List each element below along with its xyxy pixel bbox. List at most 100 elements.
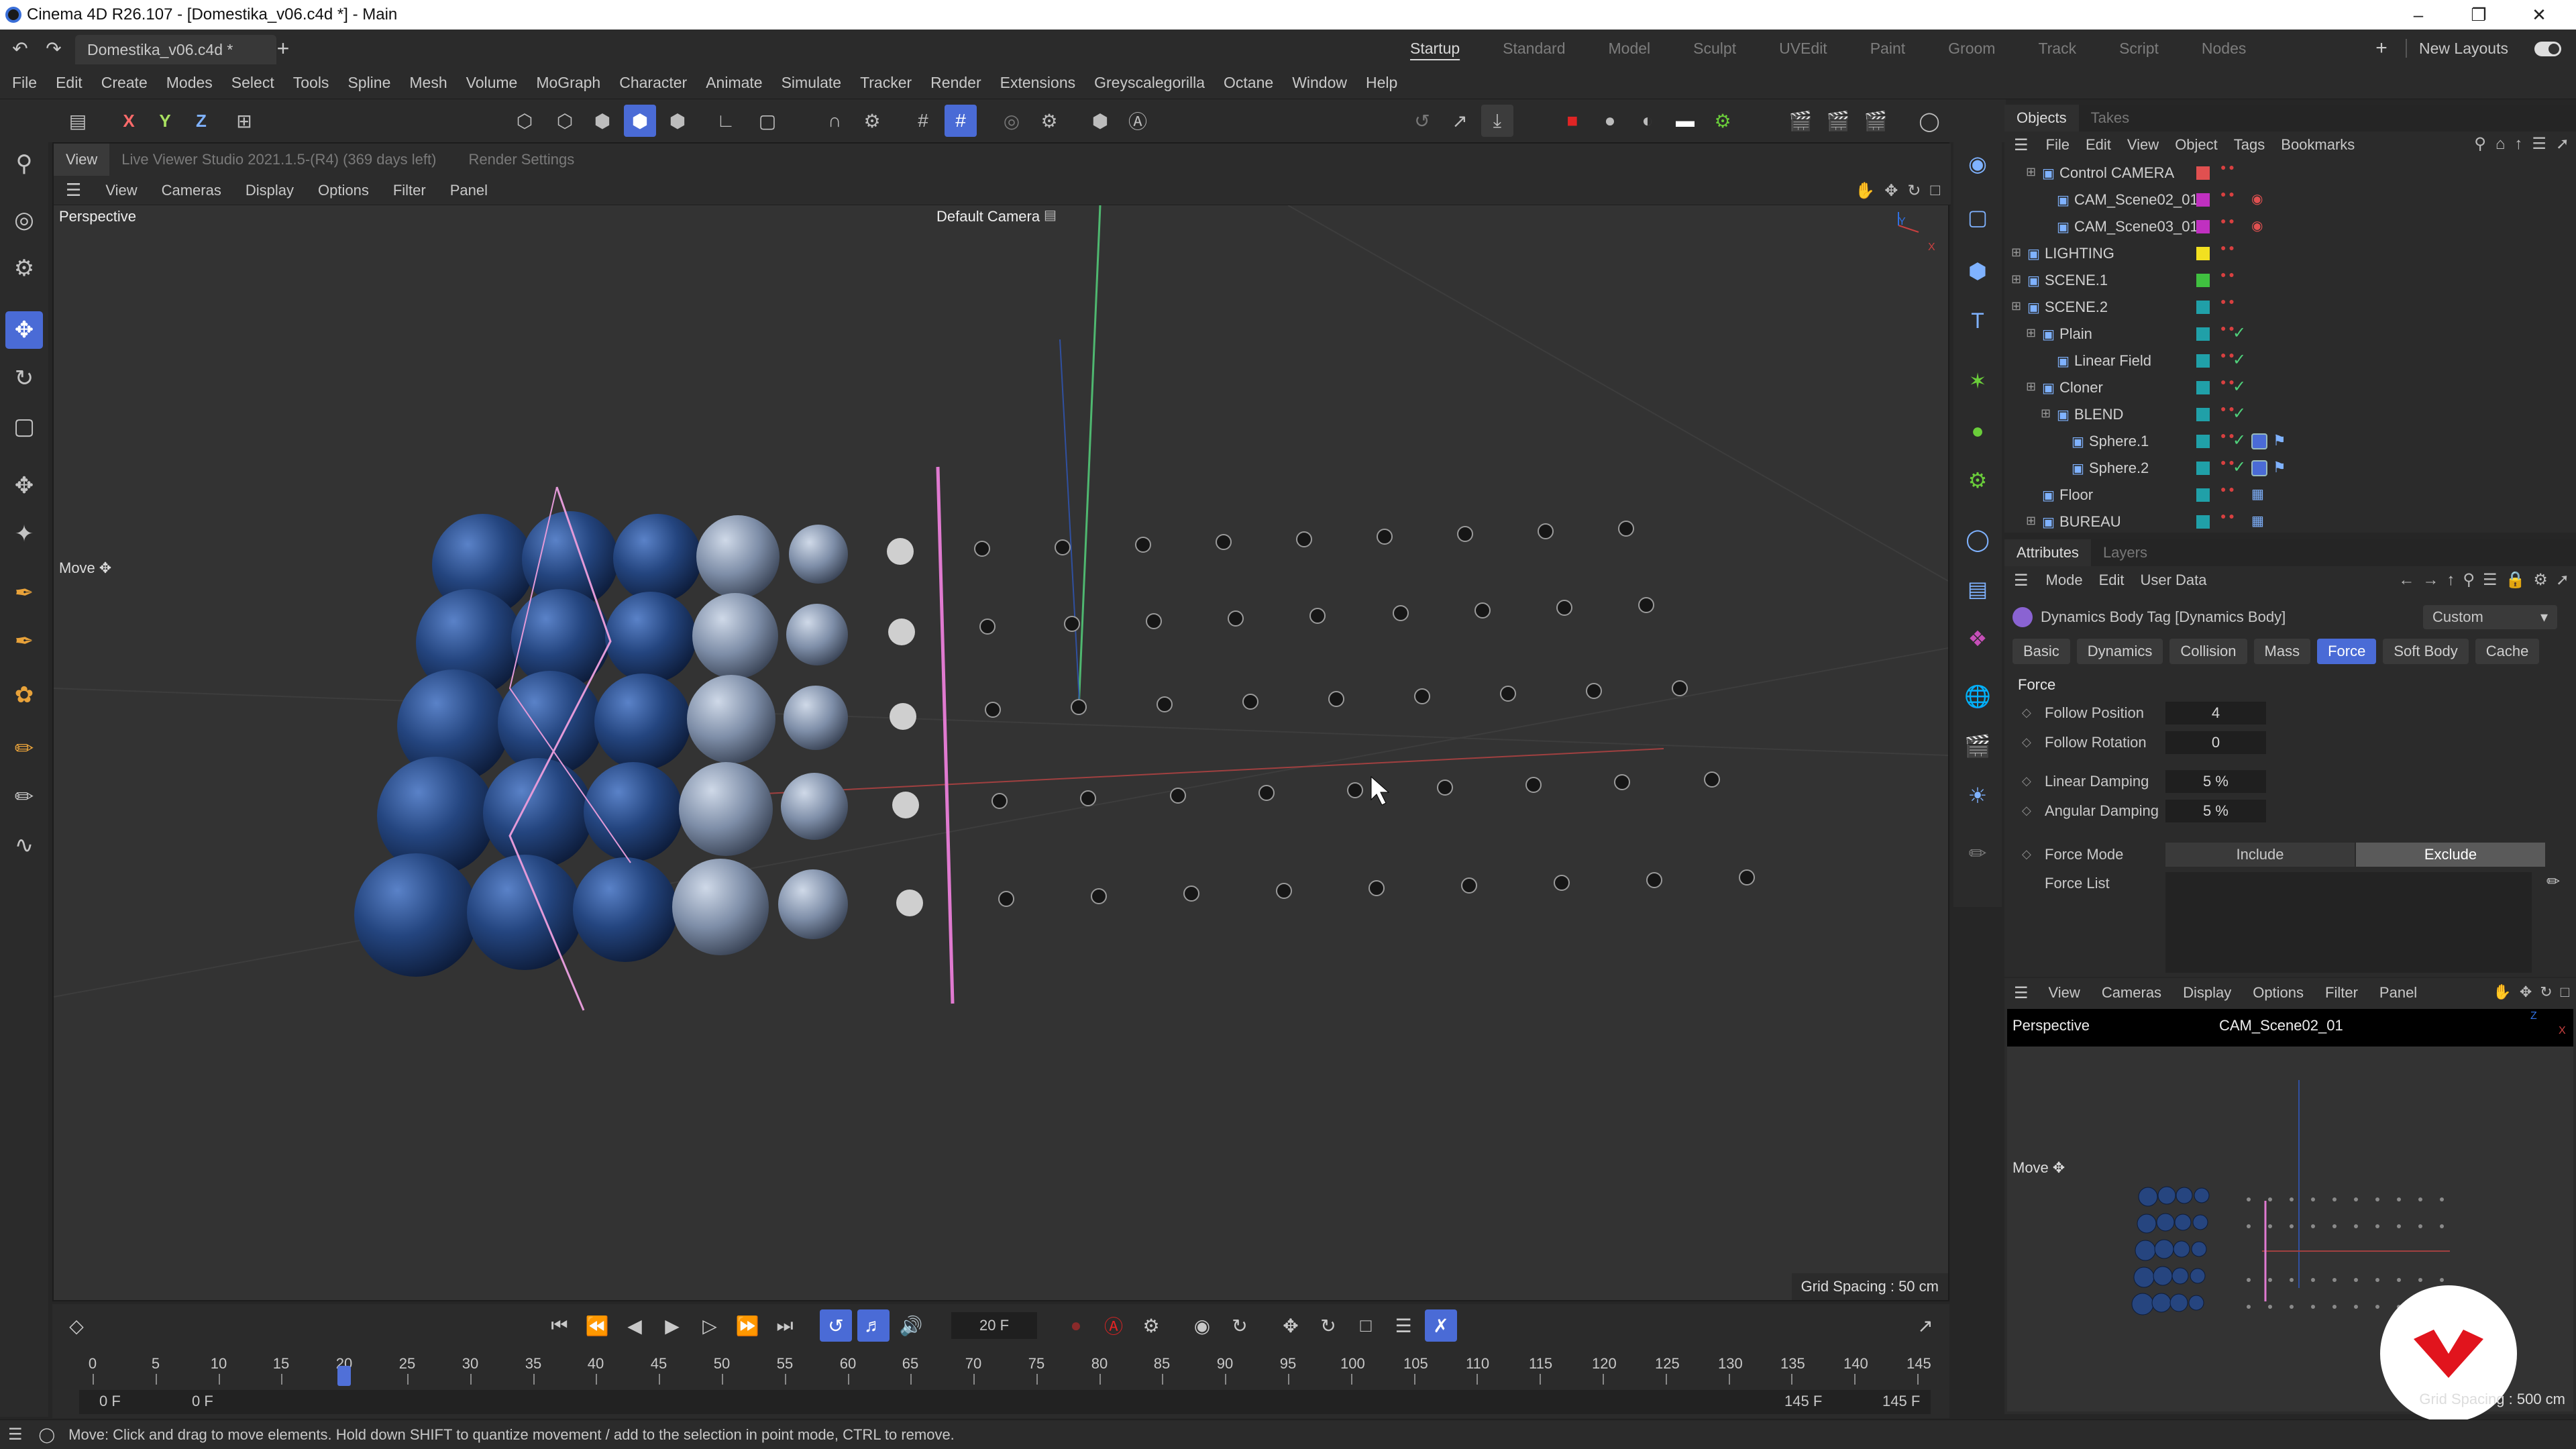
om-menu-file[interactable]: File <box>2038 131 2078 158</box>
layout-toggle[interactable] <box>2534 42 2561 56</box>
key-scale-icon[interactable]: ✥ <box>1275 1309 1307 1342</box>
layout-tab-uvedit[interactable]: UVEdit <box>1758 30 1849 67</box>
expand-toggle-icon[interactable]: ⊞ <box>2026 165 2036 179</box>
expand-toggle-icon[interactable]: ⊞ <box>2041 407 2051 421</box>
layout-tab-script[interactable]: Script <box>2098 30 2180 67</box>
keyframe-mode-icon[interactable]: ◇ <box>60 1309 93 1342</box>
axis-mode-icon[interactable]: ∟ <box>710 105 742 137</box>
object-row[interactable]: ⊞ ▣ Cloner ● ● ✓ <box>2004 374 2576 401</box>
live-viewer-menu[interactable]: Live Viewer Studio 2021.1.5-(R4) (369 da… <box>109 144 448 176</box>
play-icon[interactable]: ▶ <box>656 1309 688 1342</box>
visibility-dots-icon[interactable]: ● ● <box>2220 511 2235 521</box>
mini-menu-filter[interactable]: Filter <box>2314 978 2369 1008</box>
spline-mask-icon[interactable]: ❖ <box>1960 621 1995 656</box>
viewport-menu-panel[interactable]: Panel <box>438 176 500 205</box>
light-icon[interactable]: ☀ <box>1960 778 1995 813</box>
view-menu[interactable]: View <box>54 144 110 176</box>
knife-tool-icon[interactable]: ✏ <box>5 778 43 816</box>
mini-menu-view[interactable]: View <box>2038 978 2091 1008</box>
enabled-check-icon[interactable]: ✓ <box>2233 323 2246 343</box>
keyframe-settings-icon[interactable]: ⚙ <box>1135 1309 1167 1342</box>
key-interp-icon[interactable]: ✗ <box>1425 1309 1457 1342</box>
subtab-basic[interactable]: Basic <box>2012 639 2070 664</box>
render-settings-icon[interactable]: 🎬 <box>1860 105 1892 137</box>
loop-icon[interactable]: ↺ <box>820 1309 852 1342</box>
object-row[interactable]: ⊞ ▣ BLEND ● ● ✓ <box>2004 401 2576 428</box>
keyframe-diamond-icon[interactable]: ◇ <box>2022 804 2031 818</box>
layout-tab-model[interactable]: Model <box>1587 30 1672 67</box>
force-list-box[interactable] <box>2165 872 2532 973</box>
texture-mode-icon[interactable]: ⬢ <box>661 105 694 137</box>
viewport-solo-icon[interactable]: ⬢ <box>1084 105 1116 137</box>
enabled-check-icon[interactable]: ✓ <box>2233 377 2246 396</box>
om-home-icon[interactable]: ⌂ <box>2496 135 2506 154</box>
tab-attributes[interactable]: Attributes <box>2004 539 2091 566</box>
object-row[interactable]: ▣ Sphere.1 ● ● ✓ ⚑ <box>2004 428 2576 455</box>
object-row[interactable]: ▣ CAM_Scene02_01 ● ● ◉ <box>2004 186 2576 213</box>
mini-menu-display[interactable]: Display <box>2172 978 2242 1008</box>
transform-tool-icon[interactable]: ✥ <box>5 467 43 504</box>
playback-rate-icon[interactable]: ♬ <box>857 1309 890 1342</box>
record-icon[interactable]: ● <box>1060 1309 1092 1342</box>
am-expand-icon[interactable]: ➚ <box>2556 570 2569 590</box>
object-row[interactable]: ⊞ ▣ Plain ● ● ✓ <box>2004 321 2576 347</box>
menu-select[interactable]: Select <box>222 67 284 99</box>
timeline-ruler[interactable]: 0 5 10 15 20 25 30 35 40 45 50 55 60 65 70 75 80 85 90 95 10… <box>79 1355 1931 1387</box>
expand-toggle-icon[interactable]: ⊞ <box>2011 246 2021 260</box>
key-grid-icon[interactable]: ☰ <box>1387 1309 1419 1342</box>
subtab-soft-body[interactable]: Soft Body <box>2383 639 2469 664</box>
object-row[interactable]: ⊞ ▣ BUREAU ● ● ▦ <box>2004 508 2576 530</box>
solo-icon[interactable]: ◎ <box>996 105 1028 137</box>
viewport-menu-cameras[interactable]: Cameras <box>150 176 233 205</box>
menu-volume[interactable]: Volume <box>457 67 527 99</box>
axis-lock-icon[interactable]: Ⓐ <box>1122 105 1154 137</box>
am-settings-icon[interactable]: ⚙ <box>2533 570 2548 590</box>
menu-octane[interactable]: Octane <box>1214 67 1283 99</box>
effector-icon[interactable]: ⚙ <box>1960 463 1995 498</box>
menu-window[interactable]: Window <box>1283 67 1356 99</box>
menu-create[interactable]: Create <box>92 67 157 99</box>
camera-tag-icon[interactable]: ◉ <box>2251 191 2263 207</box>
selection-settings-icon[interactable]: ⚙ <box>5 250 43 287</box>
object-row[interactable]: ⊞ ▣ LIGHTING ● ● <box>2004 240 2576 267</box>
next-frame-icon[interactable]: ▷ <box>694 1309 726 1342</box>
om-expand-icon[interactable]: ➚ <box>2556 134 2569 154</box>
layout-tab-standard[interactable]: Standard <box>1481 30 1587 67</box>
tweak-icon[interactable]: ⚙ <box>856 105 888 137</box>
object-row[interactable]: ▣ Linear Field ● ● ✓ <box>2004 347 2576 374</box>
om-menu-edit[interactable]: Edit <box>2078 131 2119 158</box>
viewport-menu-filter[interactable]: Filter <box>381 176 438 205</box>
cube-object-icon[interactable]: ⬢ <box>1960 254 1995 288</box>
key-param-icon[interactable]: ↻ <box>1312 1309 1344 1342</box>
expand-toggle-icon[interactable]: ⊞ <box>2011 272 2021 286</box>
autokey-icon[interactable]: Ⓐ <box>1097 1309 1130 1342</box>
back-arrow-icon[interactable]: ← <box>2398 571 2414 590</box>
am-filter-icon[interactable]: ☰ <box>2483 570 2498 590</box>
menu-animate[interactable]: Animate <box>696 67 771 99</box>
previous-frame-icon[interactable]: ◀ <box>619 1309 651 1342</box>
mini-menu-panel[interactable]: Panel <box>2369 978 2428 1008</box>
force-mode-include[interactable]: Include <box>2165 843 2355 867</box>
external-link-icon[interactable]: ↗ <box>1444 105 1476 137</box>
mini-viewport-canvas[interactable]: Perspective CAM_Scene02_01 Z X Move ✥ Gr… <box>2007 1009 2573 1422</box>
camera-tag-icon[interactable]: ◉ <box>2251 217 2263 234</box>
keyframe-diamond-icon[interactable]: ◇ <box>2022 735 2031 749</box>
visibility-dots-icon[interactable]: ● ● <box>2220 270 2235 279</box>
menu-mograph[interactable]: MoGraph <box>527 67 610 99</box>
subtab-collision[interactable]: Collision <box>2169 639 2247 664</box>
om-filter-icon[interactable]: ☰ <box>2532 134 2546 154</box>
minimize-button[interactable]: – <box>2388 0 2449 30</box>
enabled-check-icon[interactable]: ✓ <box>2233 458 2246 477</box>
generator-icon[interactable]: ✶ <box>1960 364 1995 398</box>
menu-extensions[interactable]: Extensions <box>991 67 1085 99</box>
am-menu-user-data[interactable]: User Data <box>2132 566 2214 594</box>
mini-orbit-icon[interactable]: ↻ <box>2540 983 2552 1001</box>
am-menu-edit[interactable]: Edit <box>2091 566 2133 594</box>
magnet-icon[interactable]: ∩ <box>818 105 851 137</box>
rotate-tool-icon[interactable]: ↻ <box>5 360 43 397</box>
scene-icon[interactable]: 🌐 <box>1960 679 1995 714</box>
brush-icon[interactable]: ✏ <box>5 730 43 767</box>
pen-icon[interactable]: ✏ <box>1960 836 1995 871</box>
redo-icon[interactable]: ↷ <box>42 36 66 60</box>
import-icon[interactable]: ⤓ <box>1481 105 1513 137</box>
